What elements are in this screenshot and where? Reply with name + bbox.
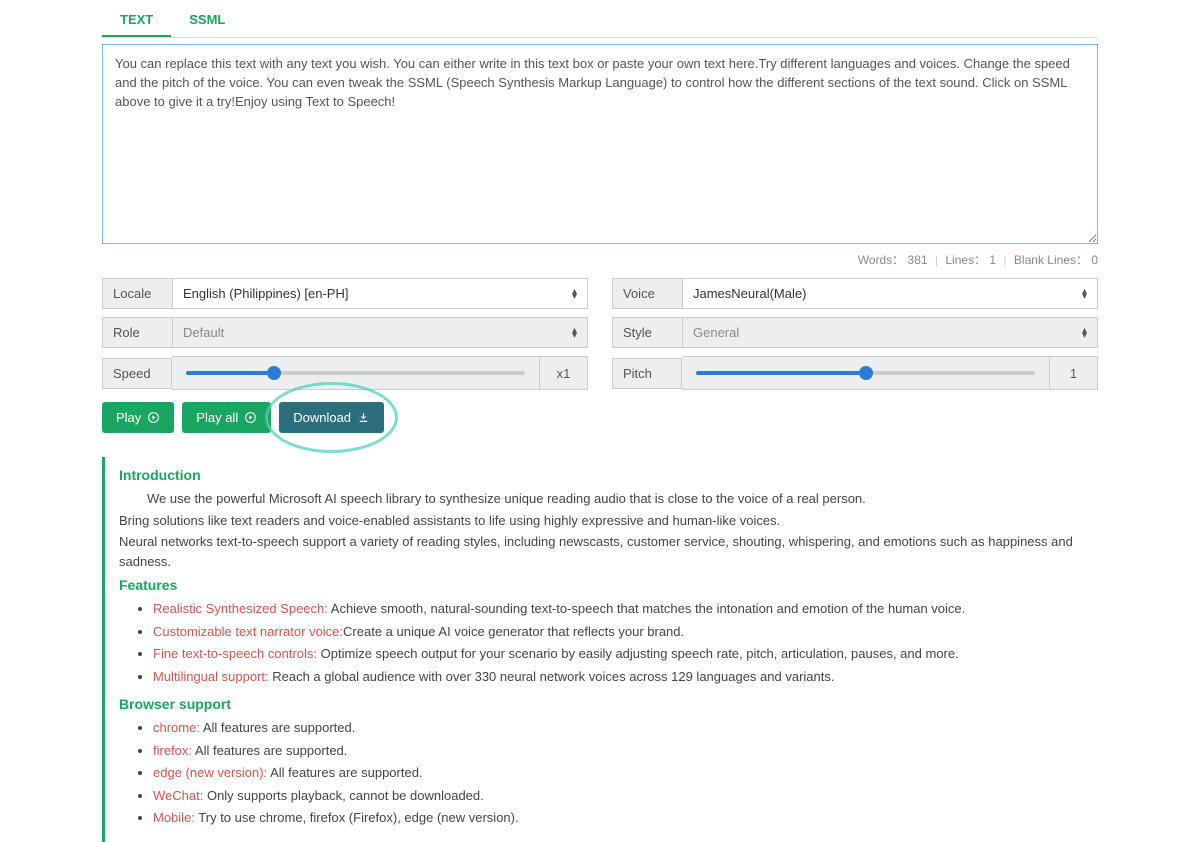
download-button-label: Download <box>293 410 351 425</box>
pitch-label: Pitch <box>612 358 682 389</box>
tab-text[interactable]: TEXT <box>102 4 171 37</box>
list-item-highlight: Multilingual support: <box>153 669 269 684</box>
list-item: WeChat: Only supports playback, cannot b… <box>153 786 1098 806</box>
list-item-highlight: Customizable text narrator voice: <box>153 624 343 639</box>
voice-value: JamesNeural(Male) <box>693 286 806 301</box>
style-label: Style <box>612 317 682 348</box>
list-item: Fine text-to-speech controls: Optimize s… <box>153 644 1098 664</box>
list-item: Realistic Synthesized Speech: Achieve sm… <box>153 599 1098 619</box>
list-item-highlight: WeChat: <box>153 788 203 803</box>
play-all-button[interactable]: Play all <box>182 402 271 433</box>
style-select[interactable]: General ▴▾ <box>682 317 1098 348</box>
list-item-highlight: Mobile: <box>153 810 195 825</box>
list-item-text: Optimize speech output for your scenario… <box>317 646 959 661</box>
speed-slider[interactable] <box>186 371 525 375</box>
list-item-highlight: edge (new version): <box>153 765 267 780</box>
play-button-label: Play <box>116 410 141 425</box>
locale-value: English (Philippines) [en-PH] <box>183 286 348 301</box>
chevron-updown-icon: ▴▾ <box>572 328 577 338</box>
features-list: Realistic Synthesized Speech: Achieve sm… <box>119 599 1098 686</box>
browser-heading: Browser support <box>119 696 1098 712</box>
text-stats: Words： 381 | Lines： 1 | Blank Lines： 0 <box>102 251 1098 268</box>
tab-ssml[interactable]: SSML <box>171 4 243 37</box>
list-item-text: Try to use chrome, firefox (Firefox), ed… <box>195 810 519 825</box>
list-item-text: Create a unique AI voice generator that … <box>343 624 684 639</box>
list-item-highlight: Fine text-to-speech controls: <box>153 646 317 661</box>
speed-value: x1 <box>540 356 588 390</box>
intro-p3: Neural networks text-to-speech support a… <box>119 532 1098 571</box>
intro-p1: We use the powerful Microsoft AI speech … <box>119 489 1098 509</box>
tts-text-input[interactable] <box>102 44 1098 244</box>
chevron-updown-icon: ▴▾ <box>1082 328 1087 338</box>
list-item-text: All features are supported. <box>267 765 422 780</box>
play-button[interactable]: Play <box>102 402 174 433</box>
list-item-text: Achieve smooth, natural-sounding text-to… <box>328 601 965 616</box>
list-item: chrome: All features are supported. <box>153 718 1098 738</box>
voice-select[interactable]: JamesNeural(Male) ▴▾ <box>682 278 1098 309</box>
list-item: Mobile: Try to use chrome, firefox (Fire… <box>153 808 1098 828</box>
speed-label: Speed <box>102 358 172 389</box>
list-item-highlight: firefox: <box>153 743 192 758</box>
input-mode-tabs: TEXT SSML <box>102 4 1098 38</box>
intro-heading: Introduction <box>119 467 1098 483</box>
role-label: Role <box>102 317 172 348</box>
locale-select[interactable]: English (Philippines) [en-PH] ▴▾ <box>172 278 588 309</box>
words-value: 381 <box>908 253 928 267</box>
list-item-text: All features are supported. <box>200 720 355 735</box>
locale-label: Locale <box>102 278 172 309</box>
list-item-text: All features are supported. <box>192 743 347 758</box>
download-icon <box>357 411 370 424</box>
features-heading: Features <box>119 577 1098 593</box>
style-value: General <box>693 325 739 340</box>
words-label: Words： <box>858 253 904 267</box>
browser-list: chrome: All features are supported.firef… <box>119 718 1098 828</box>
blank-lines-label: Blank Lines： <box>1014 253 1088 267</box>
list-item: firefox: All features are supported. <box>153 741 1098 761</box>
play-circle-icon <box>147 411 160 424</box>
download-button[interactable]: Download <box>279 402 384 433</box>
lines-value: 1 <box>989 253 996 267</box>
role-value: Default <box>183 325 224 340</box>
intro-p2: Bring solutions like text readers and vo… <box>119 511 1098 531</box>
list-item: Customizable text narrator voice:Create … <box>153 622 1098 642</box>
pitch-slider[interactable] <box>696 371 1035 375</box>
list-item-text: Only supports playback, cannot be downlo… <box>203 788 483 803</box>
list-item-highlight: Realistic Synthesized Speech: <box>153 601 328 616</box>
list-item: edge (new version): All features are sup… <box>153 763 1098 783</box>
list-item-highlight: chrome: <box>153 720 200 735</box>
play-circle-icon <box>244 411 257 424</box>
chevron-updown-icon: ▴▾ <box>1082 289 1087 299</box>
role-select[interactable]: Default ▴▾ <box>172 317 588 348</box>
list-item-text: Reach a global audience with over 330 ne… <box>269 669 835 684</box>
voice-label: Voice <box>612 278 682 309</box>
list-item: Multilingual support: Reach a global aud… <box>153 667 1098 687</box>
lines-label: Lines： <box>945 253 986 267</box>
chevron-updown-icon: ▴▾ <box>572 289 577 299</box>
pitch-value: 1 <box>1050 356 1098 390</box>
play-all-button-label: Play all <box>196 410 238 425</box>
blank-lines-value: 0 <box>1091 253 1098 267</box>
